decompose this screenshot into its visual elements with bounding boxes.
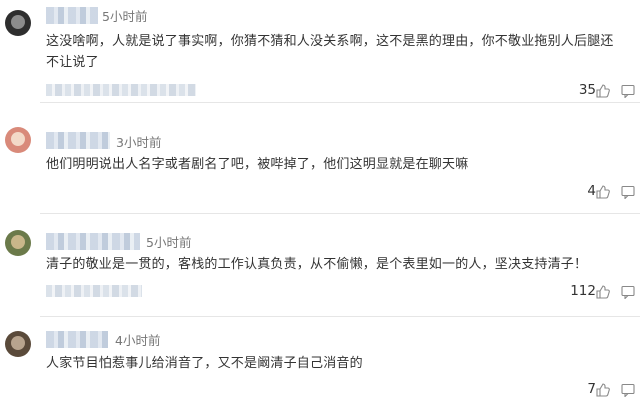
like-count: 4 <box>587 183 596 199</box>
reply-icon[interactable] <box>621 185 635 199</box>
like-icon[interactable] <box>596 285 610 299</box>
like-icon[interactable] <box>596 84 610 98</box>
comment-time: 3小时前 <box>116 135 162 150</box>
source-info-blurred <box>46 285 142 297</box>
comment-text: 清子的敬业是一贯的，客栈的工作认真负责，从不偷懒，是个表里如一的人，坚决支持清子… <box>46 257 588 272</box>
comment-item: 5小时前 这没啥啊，人就是说了事实啊，你猜不猜和人没关系啊，这不是黑的理由，你不… <box>0 0 640 103</box>
comment-item: 4小时前 人家节目怕惹事儿给消音了，又不是阚清子自己消音的 7 <box>0 317 640 412</box>
comment-time: 5小时前 <box>146 235 192 250</box>
username-blurred[interactable] <box>46 233 140 250</box>
comment-time: 4小时前 <box>115 333 161 348</box>
like-count: 35 <box>578 82 596 98</box>
avatar[interactable] <box>5 10 31 36</box>
avatar[interactable] <box>5 230 31 256</box>
comment-time: 5小时前 <box>102 9 148 24</box>
comment-text: 这没啥啊，人就是说了事实啊，你猜不猜和人没关系啊，这不是黑的理由，你不敬业拖别人… <box>46 34 614 70</box>
like-count: 112 <box>570 283 596 299</box>
reply-icon[interactable] <box>621 285 635 299</box>
like-icon[interactable] <box>596 383 610 397</box>
comment-item: 5小时前 清子的敬业是一贯的，客栈的工作认真负责，从不偷懒，是个表里如一的人，坚… <box>0 214 640 317</box>
comment-text: 他们明明说出人名字或者剧名了吧，被哔掉了，他们这明显就是在聊天嘛 <box>46 157 469 172</box>
source-info-blurred <box>46 84 196 96</box>
avatar[interactable] <box>5 127 31 153</box>
comment-text: 人家节目怕惹事儿给消音了，又不是阚清子自己消音的 <box>46 356 363 371</box>
like-icon[interactable] <box>596 185 610 199</box>
reply-icon[interactable] <box>621 383 635 397</box>
like-count: 7 <box>587 381 596 397</box>
username-blurred[interactable] <box>46 7 98 24</box>
reply-icon[interactable] <box>621 84 635 98</box>
avatar[interactable] <box>5 331 31 357</box>
username-blurred[interactable] <box>46 331 108 348</box>
username-blurred[interactable] <box>46 132 110 149</box>
comment-item: 3小时前 他们明明说出人名字或者剧名了吧，被哔掉了，他们这明显就是在聊天嘛 4 <box>0 103 640 214</box>
